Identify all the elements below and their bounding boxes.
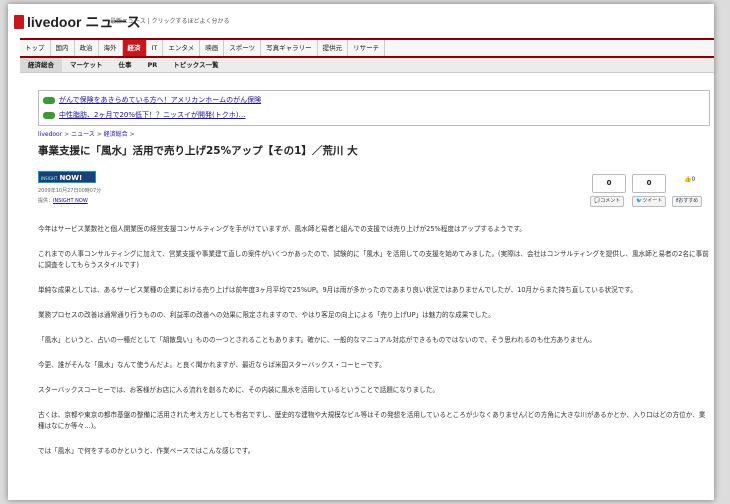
promo-row: がんで保険をあきらめている方へ！アメリカンホームのがん保険 (39, 94, 709, 106)
subnav-item[interactable]: 仕事 (111, 58, 140, 72)
like-button-label: おすすめ (678, 198, 699, 204)
tweet-counter: 0 (632, 174, 666, 193)
main-nav: トップ 国内 政治 海外 経済 IT エンタメ 映画 スポーツ 写真ギャラリー 提供元 リサーチ (20, 38, 714, 58)
nav-item[interactable]: リサーチ (348, 40, 386, 56)
article-paragraph: 今更、誰がそんな「風水」なんて使うんだよ。と良く聞かれますが、最近ならば米国スタ… (38, 361, 386, 369)
site-tagline: 最新ニュース | クリックするほどよく分かる (110, 18, 230, 25)
nav-item[interactable]: 提供元 (318, 40, 349, 56)
article-paragraph: これまでの人事コンサルティングに加えて、営業支援や事業建て直しの案件がいくつかあ… (38, 250, 709, 269)
source-link[interactable]: INSIGHT NOW (53, 198, 88, 204)
pr-icon (43, 111, 55, 119)
breadcrumb-separator: > (96, 131, 104, 138)
promo-link[interactable]: がんで保険をあきらめている方へ！アメリカンホームのがん保険 (59, 94, 261, 106)
tweet-button-label: ツイート (642, 198, 663, 204)
nav-item[interactable]: IT (147, 40, 164, 56)
promo-box: がんで保険をあきらめている方へ！アメリカンホームのがん保険 中性脂肪、2ヶ月で2… (38, 90, 710, 126)
badge-small-text: INSIGHT (41, 176, 58, 181)
badge-text: NOW! (59, 174, 83, 182)
pr-icon (43, 96, 55, 104)
breadcrumb-item[interactable]: ニュース (71, 131, 95, 138)
site-header: livedoor ニュース 最新ニュース | クリックするほどよく分かる (8, 4, 714, 34)
breadcrumb-separator: > (129, 131, 135, 138)
article-paragraph: スターバックスコーヒーでは、お客様がお店に入る流れを創るために、その内装に風水を… (38, 386, 439, 394)
nav-item[interactable]: スポーツ (224, 40, 262, 56)
breadcrumb-item[interactable]: livedoor (38, 131, 62, 138)
source-label: 提供： (38, 198, 54, 204)
nav-item[interactable]: 政治 (75, 40, 99, 56)
like-counter: 👍0 (684, 176, 695, 183)
article-paragraph: 単純な成果としては、あるサービス業種の企業における売り上げは前年度3ヶ月平均で2… (38, 286, 637, 294)
browser-page: livedoor ニュース 最新ニュース | クリックするほどよく分かる トップ… (8, 4, 714, 500)
comment-button[interactable]: 💬コメント (590, 196, 625, 207)
comment-button-label: コメント (600, 198, 621, 204)
nav-item[interactable]: 国内 (51, 40, 75, 56)
subnav-item[interactable]: マーケット (62, 58, 111, 72)
article-paragraph: では「風水」で何をするのかというと、作業ベースではこんな感じです。 (38, 447, 255, 455)
nav-item[interactable]: 経済 (122, 40, 147, 56)
nav-item[interactable]: 映画 (200, 40, 225, 56)
promo-link[interactable]: 中性脂肪、2ヶ月で20%低下！？ニッスイが開発(トクホ)… (59, 109, 245, 121)
subnav-item[interactable]: PR (140, 58, 166, 72)
like-count-value: 0 (691, 176, 696, 183)
article-source: 提供：INSIGHT NOW (38, 197, 88, 204)
article-title: 事業支援に「風水」活用で売り上げ25%アップ【その1】／荒川 大 (38, 145, 358, 157)
nav-item[interactable]: 写真ギャラリー (261, 40, 318, 56)
insight-now-badge[interactable]: INSIGHT NOW! (38, 171, 96, 183)
article-body: 今年はサービス業数社と個人開業医の経営支援コンサルティングを手がけていますが、風… (38, 224, 710, 471)
article-paragraph: 古くは、京都や東京の都市基盤の整備に活用された考え方としても有名ですし、歴史的な… (38, 411, 706, 430)
nav-item[interactable]: エンタメ (163, 40, 201, 56)
nav-item[interactable]: トップ (20, 40, 51, 56)
sub-nav: 経済総合 マーケット 仕事 PR トピックス一覧 (20, 58, 714, 73)
article-paragraph: 今年はサービス業数社と個人開業医の経営支援コンサルティングを手がけていますが、風… (38, 225, 526, 233)
comment-counter: 0 (592, 174, 626, 193)
tweet-button[interactable]: 🐦ツイート (632, 196, 667, 207)
article-paragraph: 業務プロセスの改善は通常通り行うものの、利益率の改善への効果に限定されますので、… (38, 311, 495, 319)
promo-row: 中性脂肪、2ヶ月で20%低下！？ニッスイが開発(トクホ)… (39, 109, 709, 121)
livedoor-logo-icon (14, 15, 24, 29)
breadcrumb-item[interactable]: 経済総合 (104, 131, 128, 138)
subnav-item[interactable]: 経済総合 (20, 58, 62, 72)
subnav-item[interactable]: トピックス一覧 (165, 58, 226, 72)
nav-item[interactable]: 海外 (99, 40, 123, 56)
article-paragraph: 「風水」というと、占いの一種だとして「胡散臭い」ものの一つとされることもあります… (38, 336, 597, 344)
like-button[interactable]: fおすすめ (672, 196, 703, 207)
article-date: 2009年10月27日00時07分 (38, 188, 102, 194)
breadcrumb: livedoor > ニュース > 経済総合 > (38, 129, 135, 138)
